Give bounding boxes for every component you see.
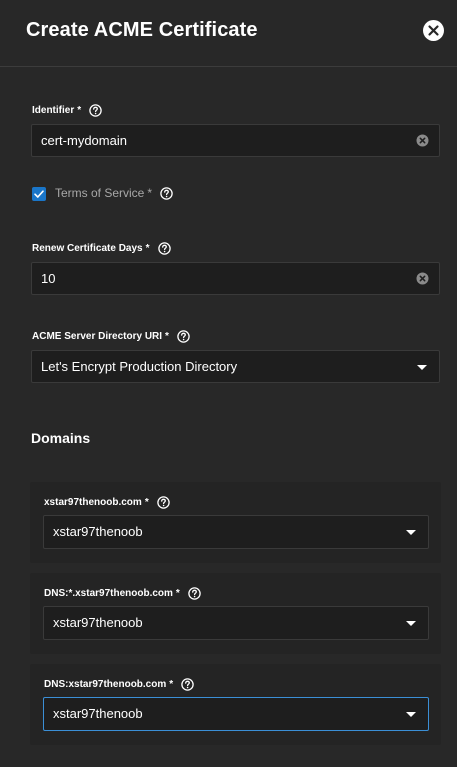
close-icon bbox=[428, 25, 439, 36]
help-icon[interactable] bbox=[188, 587, 201, 600]
renew-days-label-text: Renew Certificate Days bbox=[32, 243, 143, 254]
directory-uri-select[interactable]: Let's Encrypt Production Directory bbox=[31, 350, 440, 383]
required-mark: * bbox=[144, 497, 149, 508]
domain-label-text: DNS:*.xstar97thenoob.com bbox=[44, 588, 173, 599]
renew-days-label: Renew Certificate Days * bbox=[32, 242, 171, 255]
identifier-input[interactable]: cert-mydomain bbox=[31, 124, 440, 157]
domain-card: xstar97thenoob.com * xstar97thenoob bbox=[30, 482, 441, 563]
dialog-header: Create ACME Certificate bbox=[0, 0, 457, 67]
identifier-value: cert-mydomain bbox=[41, 133, 127, 148]
help-icon[interactable] bbox=[181, 678, 194, 691]
clear-icon[interactable] bbox=[416, 272, 429, 285]
help-icon[interactable] bbox=[160, 186, 173, 200]
help-icon[interactable] bbox=[177, 330, 190, 343]
required-mark: * bbox=[175, 588, 180, 599]
help-icon[interactable] bbox=[89, 104, 102, 117]
renew-days-value: 10 bbox=[41, 271, 56, 286]
chevron-down-icon bbox=[406, 530, 416, 535]
required-mark: * bbox=[165, 331, 169, 342]
chevron-down-icon bbox=[406, 621, 416, 626]
domain-provider-selected: xstar97thenoob bbox=[53, 706, 143, 721]
required-mark: * bbox=[77, 105, 82, 116]
terms-of-service-checkbox[interactable] bbox=[32, 187, 46, 201]
close-button[interactable] bbox=[423, 20, 444, 41]
terms-of-service-label[interactable]: Terms of Service * bbox=[55, 186, 173, 200]
domain-provider-select[interactable]: xstar97thenoob bbox=[43, 697, 429, 731]
directory-uri-label-text: ACME Server Directory URI bbox=[32, 331, 163, 342]
required-mark: * bbox=[147, 186, 153, 200]
domain-card: DNS:*.xstar97thenoob.com * xstar97thenoo… bbox=[30, 573, 441, 654]
required-mark: * bbox=[169, 679, 174, 690]
renew-days-input[interactable]: 10 bbox=[31, 262, 440, 295]
chevron-down-icon bbox=[406, 712, 416, 717]
terms-label-text: Terms of Service bbox=[55, 186, 145, 200]
domain-provider-select[interactable]: xstar97thenoob bbox=[43, 515, 429, 549]
dialog-title: Create ACME Certificate bbox=[26, 19, 258, 41]
required-mark: * bbox=[145, 243, 150, 254]
check-icon bbox=[34, 190, 44, 198]
domain-label-text: DNS:xstar97thenoob.com bbox=[44, 679, 167, 690]
clear-icon[interactable] bbox=[416, 134, 429, 147]
identifier-label-text: Identifier bbox=[32, 105, 75, 116]
directory-uri-label: ACME Server Directory URI * bbox=[32, 330, 190, 343]
domain-label: xstar97thenoob.com * bbox=[44, 496, 170, 509]
create-acme-certificate-dialog: Create ACME Certificate Identifier * cer… bbox=[0, 0, 457, 767]
domain-label-text: xstar97thenoob.com bbox=[44, 497, 142, 508]
domain-card: DNS:xstar97thenoob.com * xstar97thenoob bbox=[30, 664, 441, 745]
domain-provider-selected: xstar97thenoob bbox=[53, 615, 143, 630]
domain-label: DNS:xstar97thenoob.com * bbox=[44, 678, 194, 691]
directory-uri-selected: Let's Encrypt Production Directory bbox=[41, 359, 238, 374]
domain-label: DNS:*.xstar97thenoob.com * bbox=[44, 587, 201, 600]
domains-section-title: Domains bbox=[31, 430, 91, 446]
help-icon[interactable] bbox=[156, 496, 170, 509]
help-icon[interactable] bbox=[157, 242, 171, 255]
chevron-down-icon bbox=[417, 365, 427, 370]
domain-provider-selected: xstar97thenoob bbox=[53, 524, 143, 539]
domain-provider-select[interactable]: xstar97thenoob bbox=[43, 606, 429, 640]
identifier-label: Identifier * bbox=[32, 104, 102, 117]
